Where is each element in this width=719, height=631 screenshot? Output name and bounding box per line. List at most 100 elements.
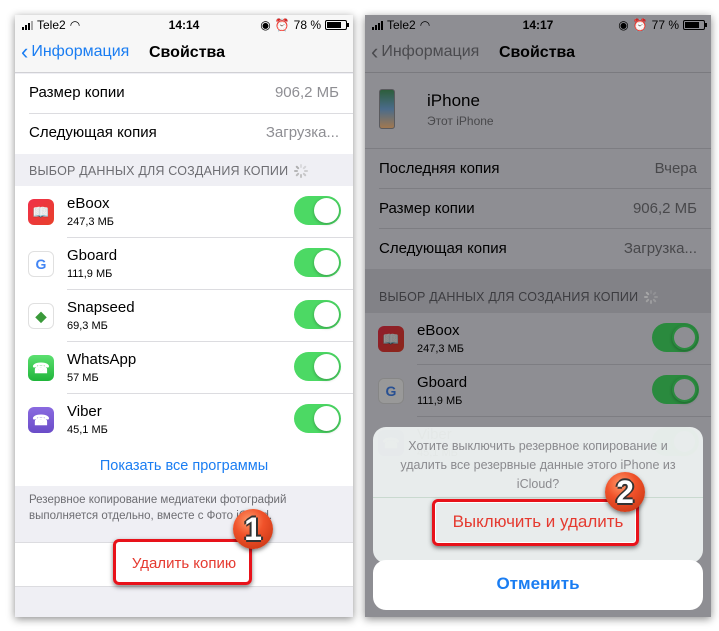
chevron-left-icon: ‹	[21, 39, 29, 64]
loading-spinner-icon	[644, 290, 659, 304]
rotation-lock-icon: ◉	[618, 18, 629, 32]
cancel-sheet[interactable]: Отменить	[373, 560, 703, 610]
row-last-backup: Последняя копия Вчера	[365, 149, 711, 189]
app-size: 247,3 МБ	[417, 343, 464, 355]
backup-toggle[interactable]	[652, 375, 699, 404]
app-row-snapseed: ◆ Snapseed 69,3 МБ	[15, 290, 353, 342]
app-icon: 📖	[378, 326, 404, 352]
show-all-apps-link[interactable]: Показать все программы	[15, 458, 353, 474]
app-row-gboard: G Gboard 111,9 МБ	[365, 365, 711, 417]
row-label: Последняя копия	[379, 160, 500, 177]
page-title: Свойства	[149, 44, 226, 61]
back-button[interactable]: ‹ Информация	[21, 39, 130, 64]
section-header-text: ВЫБОР ДАННЫХ ДЛЯ СОЗДАНИЯ КОПИИ	[379, 290, 639, 304]
row-value: 906,2 МБ	[274, 84, 339, 101]
app-name: Viber	[67, 403, 102, 420]
backup-toggle[interactable]	[294, 352, 341, 381]
device-cell: iPhone Этот iPhone	[365, 74, 711, 149]
app-name: WhatsApp	[67, 351, 137, 368]
row-next-backup: Следующая копия Загрузка...	[15, 114, 353, 154]
section-header: ВЫБОР ДАННЫХ ДЛЯ СОЗДАНИЯ КОПИИ	[29, 164, 309, 178]
battery-percent: 78 %	[293, 18, 321, 32]
app-row-gboard: G Gboard 111,9 МБ	[15, 238, 353, 290]
battery-percent: 77 %	[651, 18, 679, 32]
section-header: ВЫБОР ДАННЫХ ДЛЯ СОЗДАНИЯ КОПИИ	[379, 290, 659, 304]
alarm-icon: ⏰	[274, 18, 290, 32]
row-value: Вчера	[654, 160, 697, 177]
step-marker-2: 2	[605, 472, 645, 512]
row-label: Следующая копия	[29, 124, 157, 141]
app-row-whatsapp: ☎ WhatsApp 57 МБ	[15, 342, 353, 394]
chevron-left-icon: ‹	[371, 39, 379, 64]
battery-icon	[325, 20, 349, 30]
app-name: eBoox	[417, 322, 460, 339]
device-subtitle: Этот iPhone	[427, 114, 494, 128]
sheet-message: Хотите выключить резервное копирование и…	[400, 439, 676, 491]
toggle-knob	[314, 406, 339, 431]
row-value: 906,2 МБ	[632, 200, 697, 217]
phone-bubble-icon: ☎	[28, 407, 54, 433]
page-title: Свойства	[499, 44, 576, 61]
app-size: 247,3 МБ	[67, 216, 114, 228]
app-size: 57 МБ	[67, 372, 99, 384]
backup-toggle[interactable]	[652, 323, 699, 352]
backup-toggle[interactable]	[294, 404, 341, 433]
book-icon: 📖	[28, 199, 54, 225]
screen-before: Tele2 ◠ 14:14 ◉ ⏰ 78 % ‹ Информация Свой…	[15, 15, 353, 617]
row-next-backup: Следующая копия Загрузка...	[365, 229, 711, 269]
iphone-device-icon	[379, 89, 395, 129]
toggle-knob	[314, 198, 339, 223]
loading-spinner-icon	[294, 164, 309, 178]
back-label: Информация	[381, 43, 480, 60]
rotation-lock-icon: ◉	[260, 18, 271, 32]
row-value: Загрузка...	[623, 240, 697, 257]
app-name: Gboard	[67, 247, 118, 264]
app-row-eboox: 📖 eBoox 247,3 МБ	[365, 313, 711, 365]
back-button[interactable]: ‹ Информация	[371, 39, 480, 64]
back-label: Информация	[31, 43, 130, 60]
battery-icon	[683, 20, 707, 30]
toggle-knob	[672, 325, 697, 350]
phone-bubble-icon: ☎	[28, 355, 54, 381]
row-backup-size: Размер копии 906,2 МБ	[15, 74, 353, 114]
app-name: eBoox	[67, 195, 110, 212]
status-bar: Tele2 ◠ 14:17 ◉ ⏰ 77 %	[365, 15, 711, 35]
app-size: 69,3 МБ	[67, 320, 108, 332]
app-icon: G	[378, 378, 404, 404]
toggle-knob	[314, 302, 339, 327]
highlight-frame	[113, 539, 252, 585]
row-backup-size: Размер копии 906,2 МБ	[365, 189, 711, 229]
toggle-knob	[672, 377, 697, 402]
divider	[373, 497, 703, 498]
backup-toggle[interactable]	[294, 248, 341, 277]
device-name: iPhone	[427, 91, 480, 110]
nav-bar: ‹ Информация Свойства	[15, 35, 353, 73]
app-size: 45,1 МБ	[67, 424, 108, 436]
screen-after: Tele2 ◠ 14:17 ◉ ⏰ 77 % ‹ Информация Свой…	[365, 15, 711, 617]
app-row-viber: ☎ Viber 45,1 МБ	[15, 394, 353, 446]
section-header-text: ВЫБОР ДАННЫХ ДЛЯ СОЗДАНИЯ КОПИИ	[29, 164, 289, 178]
row-value: Загрузка...	[265, 124, 339, 141]
cancel-button[interactable]: Отменить	[373, 574, 703, 594]
keyboard-icon: G	[28, 251, 54, 277]
nav-bar: ‹ Информация Свойства	[365, 35, 711, 73]
app-name: Gboard	[417, 374, 468, 391]
leaf-icon: ◆	[28, 303, 54, 329]
app-size: 111,9 МБ	[67, 268, 113, 280]
photo-library-footnote: Резервное копирование медиатеки фотограф…	[29, 494, 287, 522]
toggle-knob	[314, 354, 339, 379]
app-size: 111,9 МБ	[417, 395, 463, 407]
row-label: Размер копии	[29, 84, 125, 101]
row-label: Размер копии	[379, 200, 475, 217]
app-name: Snapseed	[67, 299, 135, 316]
step-marker-1: 1	[233, 509, 273, 549]
status-bar: Tele2 ◠ 14:14 ◉ ⏰ 78 %	[15, 15, 353, 35]
row-label: Следующая копия	[379, 240, 507, 257]
backup-toggle[interactable]	[294, 196, 341, 225]
alarm-icon: ⏰	[632, 18, 648, 32]
highlight-frame	[432, 499, 639, 546]
backup-toggle[interactable]	[294, 300, 341, 329]
show-all-cell: Показать все программы	[15, 446, 353, 486]
app-row-eboox: 📖 eBoox 247,3 МБ	[15, 186, 353, 238]
toggle-knob	[314, 250, 339, 275]
